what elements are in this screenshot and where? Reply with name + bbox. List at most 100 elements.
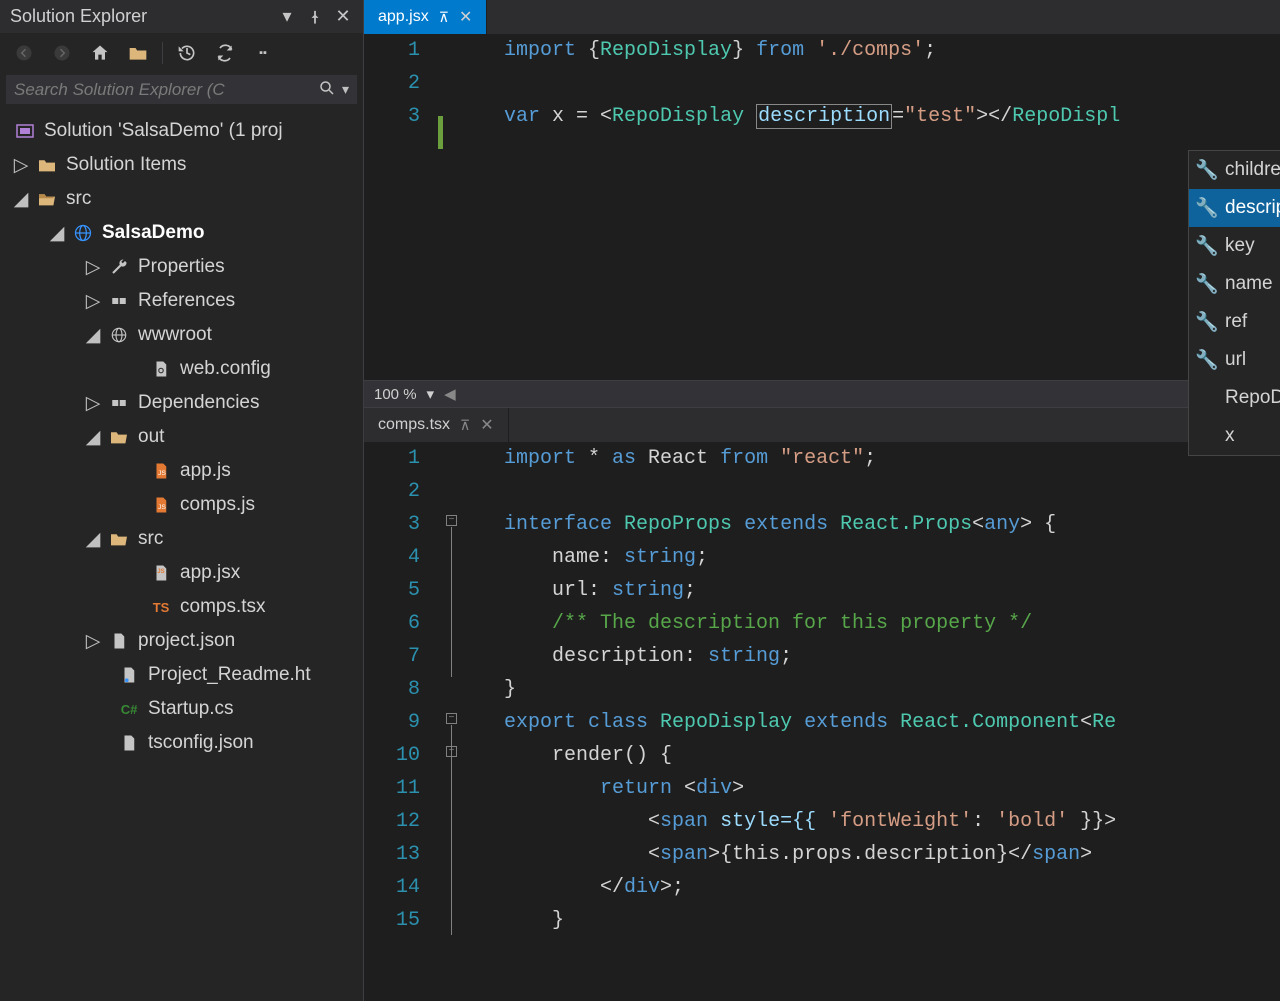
scroll-left-icon[interactable]: ◀ [444, 385, 456, 403]
svg-text:JS: JS [157, 569, 164, 575]
more-icon[interactable]: ▪▪ [249, 39, 277, 67]
cs-file-icon: C# [118, 698, 140, 720]
editor-area: app.jsx ⊼ ✕ 1 2 3 import {RepoDisplay} f… [364, 0, 1280, 1001]
tree-item[interactable]: ▷ Dependencies [0, 386, 363, 420]
close-icon[interactable]: ✕ [480, 415, 493, 435]
js-file-icon: JS [150, 494, 172, 516]
chevron-down-icon[interactable]: ◢ [86, 532, 100, 546]
tab-app-jsx[interactable]: app.jsx ⊼ ✕ [364, 0, 487, 34]
tree-item[interactable]: Project_Readme.ht [0, 658, 363, 692]
tab-comps-tsx[interactable]: comps.tsx ⊼ ✕ [364, 408, 509, 442]
tree-solution-node[interactable]: Solution 'SalsaDemo' (1 proj [0, 114, 363, 148]
folder-icon [36, 154, 58, 176]
wrench-icon: 🔧 [1197, 312, 1217, 332]
solution-tree[interactable]: Solution 'SalsaDemo' (1 proj ▷ Solution … [0, 110, 363, 1001]
sync-icon[interactable] [211, 39, 239, 67]
tree-item[interactable]: JS app.js [0, 454, 363, 488]
tree-item[interactable]: ▷ Properties [0, 250, 363, 284]
dropdown-icon[interactable]: ▾ [277, 7, 297, 27]
intellisense-item[interactable]: 🔧key [1189, 227, 1280, 265]
tree-item[interactable]: web.config [0, 352, 363, 386]
fold-column[interactable]: − − − [446, 442, 462, 1001]
tree-item-project[interactable]: ◢ SalsaDemo [0, 216, 363, 250]
chevron-right-icon[interactable]: ▷ [86, 396, 100, 410]
tree-label: wwwroot [138, 324, 212, 346]
panel-header: Solution Explorer ▾ ✕ [0, 0, 363, 33]
chevron-down-icon[interactable]: ◢ [50, 226, 64, 240]
search-icon[interactable] [318, 79, 336, 100]
chevron-down-icon[interactable]: ◢ [86, 430, 100, 444]
forward-icon[interactable] [48, 39, 76, 67]
chevron-right-icon[interactable]: ▷ [86, 634, 100, 648]
tree-label: SalsaDemo [102, 222, 204, 244]
tree-item[interactable]: TS comps.tsx [0, 590, 363, 624]
tree-label: Dependencies [138, 392, 259, 414]
pin-icon[interactable]: ⊼ [439, 9, 449, 26]
tree-item[interactable]: ◢ src [0, 182, 363, 216]
search-dropdown-icon[interactable]: ▾ [342, 81, 349, 98]
solution-explorer-panel: Solution Explorer ▾ ✕ ▪▪ [0, 0, 364, 1001]
folder-icon[interactable] [124, 39, 152, 67]
wrench-icon: 🔧 [1197, 160, 1217, 180]
wrench-icon: 🔧 [1197, 236, 1217, 256]
tree-item[interactable]: JS app.jsx [0, 556, 363, 590]
line-gutter: 1 2 3 [364, 34, 444, 380]
intellisense-popup[interactable]: 🔧children 🔧description 🔧key 🔧name 🔧ref 🔧… [1188, 150, 1280, 456]
ts-file-icon: TS [150, 596, 172, 618]
json-file-icon [118, 732, 140, 754]
panel-toolbar: ▪▪ [0, 33, 363, 73]
intellisense-item[interactable]: 🔧children [1189, 151, 1280, 189]
search-row: ▾ [6, 75, 357, 104]
tab-label: comps.tsx [378, 416, 450, 434]
folder-open-icon [36, 188, 58, 210]
pin-icon[interactable]: ⊼ [460, 417, 470, 434]
chevron-down-icon[interactable]: ◢ [14, 192, 28, 206]
tab-label: app.jsx [378, 8, 429, 26]
zoom-level[interactable]: 100 % [374, 386, 417, 403]
intellisense-item-selected[interactable]: 🔧description [1189, 189, 1280, 227]
code-editor-app-jsx[interactable]: 1 2 3 import {RepoDisplay} from './comps… [364, 34, 1280, 380]
tree-label: out [138, 426, 164, 448]
tree-item[interactable]: ◢ wwwroot [0, 318, 363, 352]
svg-text:JS: JS [158, 504, 166, 511]
chevron-right-icon[interactable]: ▷ [14, 158, 28, 172]
search-input[interactable] [14, 80, 318, 100]
zoom-bar: 100 % ▾ ◀ [364, 380, 1280, 408]
wrench-icon: 🔧 [1197, 350, 1217, 370]
home-icon[interactable] [86, 39, 114, 67]
tree-item[interactable]: ◢ src [0, 522, 363, 556]
tree-label: src [66, 188, 91, 210]
back-icon[interactable] [10, 39, 38, 67]
tree-item[interactable]: ◢ out [0, 420, 363, 454]
tree-item[interactable]: ▷ References [0, 284, 363, 318]
chevron-down-icon[interactable]: ◢ [86, 328, 100, 342]
history-icon[interactable] [173, 39, 201, 67]
globe-icon [72, 222, 94, 244]
top-tab-bar: app.jsx ⊼ ✕ [364, 0, 1280, 34]
code-editor-comps-tsx[interactable]: 1 2 3 4 5 6 7 8 9 10 11 12 13 14 15 − − … [364, 442, 1280, 1001]
intellisense-item[interactable]: 🔧name [1189, 265, 1280, 303]
tree-item[interactable]: C# Startup.cs [0, 692, 363, 726]
intellisense-item[interactable]: 🔧x [1189, 417, 1280, 455]
tree-label: comps.js [180, 494, 255, 516]
svg-text:JS: JS [158, 470, 166, 477]
tree-item[interactable]: ▷ project.json [0, 624, 363, 658]
tree-item[interactable]: tsconfig.json [0, 726, 363, 760]
zoom-dropdown-icon[interactable]: ▾ [427, 385, 435, 403]
tree-label: Startup.cs [148, 698, 234, 720]
intellisense-item[interactable]: 🔧RepoDisplay [1189, 379, 1280, 417]
panel-title: Solution Explorer [10, 6, 147, 27]
tree-item[interactable]: ▷ Solution Items [0, 148, 363, 182]
intellisense-item[interactable]: 🔧url [1189, 341, 1280, 379]
globe-icon [108, 324, 130, 346]
intellisense-item[interactable]: 🔧ref [1189, 303, 1280, 341]
close-icon[interactable]: ✕ [459, 7, 472, 27]
chevron-right-icon[interactable]: ▷ [86, 260, 100, 274]
tree-label: Solution Items [66, 154, 186, 176]
chevron-right-icon[interactable]: ▷ [86, 294, 100, 308]
tree-label: References [138, 290, 235, 312]
close-icon[interactable]: ✕ [333, 7, 353, 27]
tree-item[interactable]: JS comps.js [0, 488, 363, 522]
tree-label: Properties [138, 256, 225, 278]
pin-icon[interactable] [305, 7, 325, 27]
